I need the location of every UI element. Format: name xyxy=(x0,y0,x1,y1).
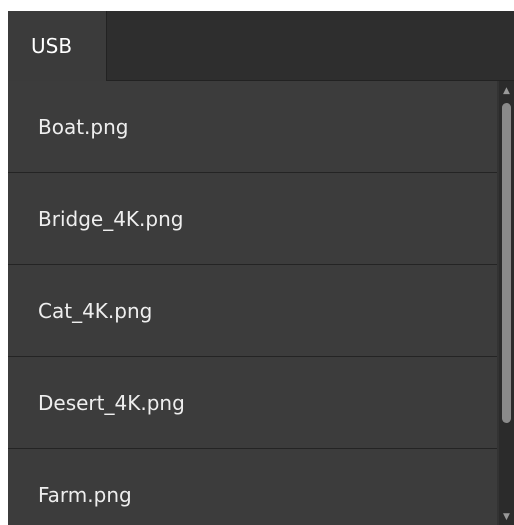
file-item-farm[interactable]: Farm.png xyxy=(8,449,497,525)
file-item-bridge-4k[interactable]: Bridge_4K.png xyxy=(8,173,497,265)
file-list: Boat.png Bridge_4K.png Cat_4K.png Desert… xyxy=(8,81,497,525)
file-item-cat-4k[interactable]: Cat_4K.png xyxy=(8,265,497,357)
file-item-boat[interactable]: Boat.png xyxy=(8,81,497,173)
vertical-scrollbar[interactable]: ▲ ▼ xyxy=(499,81,514,525)
scroll-up-arrow-icon[interactable]: ▲ xyxy=(499,85,514,97)
tab-usb[interactable]: USB xyxy=(8,11,107,81)
file-item-desert-4k[interactable]: Desert_4K.png xyxy=(8,357,497,449)
scroll-down-arrow-icon[interactable]: ▼ xyxy=(499,511,514,523)
tab-bar: USB xyxy=(8,11,514,81)
file-browser-panel: USB Boat.png Bridge_4K.png Cat_4K.png De… xyxy=(8,11,514,525)
scroll-thumb[interactable] xyxy=(502,103,511,423)
